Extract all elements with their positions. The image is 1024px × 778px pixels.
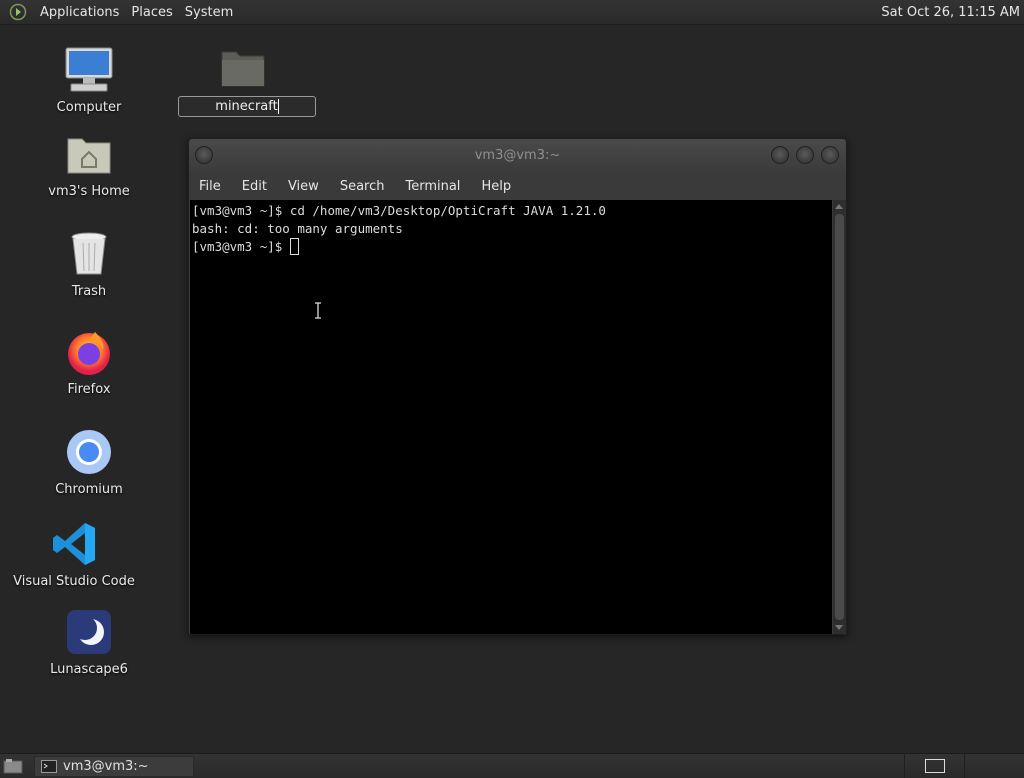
window-title: vm3@vm3:~: [474, 148, 561, 163]
terminal-cursor: [289, 238, 299, 255]
folder-icon[interactable]: [220, 48, 266, 90]
distro-logo-icon[interactable]: [8, 2, 28, 22]
desktop-icon-label: Chromium: [55, 482, 123, 497]
desktop-icon-trash[interactable]: Trash: [24, 228, 154, 299]
trash-icon: [61, 228, 117, 280]
menu-terminal[interactable]: Terminal: [405, 179, 460, 194]
menu-edit[interactable]: Edit: [242, 179, 267, 194]
terminal-menubar: File Edit View Search Terminal Help: [189, 172, 846, 200]
terminal-prompt: [vm3@vm3 ~]$: [192, 239, 290, 254]
lunascape-icon: [61, 606, 117, 658]
terminal-line: [vm3@vm3 ~]$ cd /home/vm3/Desktop/OptiCr…: [192, 203, 606, 218]
firefox-icon: [61, 326, 117, 378]
vscode-icon: [46, 518, 102, 570]
terminal-icon: [41, 759, 57, 773]
desktop-icon-label: Computer: [56, 100, 122, 115]
desktop-icon-home[interactable]: vm3's Home: [24, 128, 154, 199]
scrollbar-thumb[interactable]: [835, 214, 844, 620]
desktop-icon-firefox[interactable]: Firefox: [24, 326, 154, 397]
bottom-panel: vm3@vm3:~: [0, 753, 1024, 778]
scroll-up-arrow-icon[interactable]: [835, 204, 843, 209]
window-titlebar[interactable]: vm3@vm3:~: [189, 139, 846, 172]
workspace-box-icon: [924, 759, 945, 773]
desktop-icon-computer[interactable]: Computer: [24, 44, 154, 115]
close-button[interactable]: [821, 146, 839, 164]
menu-search[interactable]: Search: [340, 179, 385, 194]
terminal-output[interactable]: [vm3@vm3 ~]$ cd /home/vm3/Desktop/OptiCr…: [190, 200, 832, 634]
desktop-icon-vscode[interactable]: Visual Studio Code: [9, 518, 139, 589]
terminal-line: bash: cd: too many arguments: [192, 221, 403, 236]
desktop-icon-label: Visual Studio Code: [13, 574, 135, 589]
desktop-icon-label: vm3's Home: [48, 184, 130, 199]
desktop-icon-chromium[interactable]: Chromium: [24, 426, 154, 497]
workspace-2[interactable]: [964, 753, 1024, 778]
terminal-window[interactable]: vm3@vm3:~ File Edit View Search Terminal…: [188, 138, 847, 635]
taskbar-terminal-button[interactable]: vm3@vm3:~: [34, 755, 194, 777]
menu-file[interactable]: File: [199, 179, 221, 194]
folder-rename-input[interactable]: minecraft: [178, 96, 316, 117]
system-menu[interactable]: System: [179, 5, 239, 20]
computer-icon: [61, 44, 117, 96]
scroll-down-arrow-icon[interactable]: [835, 625, 843, 630]
workspace-switcher[interactable]: [904, 753, 1024, 778]
chromium-icon: [61, 426, 117, 478]
clock[interactable]: Sat Oct 26, 11:15 AM: [881, 5, 1020, 20]
window-menu-button[interactable]: [195, 146, 213, 164]
places-menu[interactable]: Places: [125, 5, 178, 20]
maximize-button[interactable]: [796, 146, 814, 164]
folder-name: minecraft: [215, 99, 278, 114]
desktop-icon-lunascape[interactable]: Lunascape6: [24, 606, 154, 677]
desktop-icon-label: Trash: [71, 284, 107, 299]
workspace-1[interactable]: [904, 753, 964, 778]
show-desktop-icon[interactable]: [2, 757, 24, 775]
ibeam-cursor-icon: [314, 302, 322, 319]
applications-menu[interactable]: Applications: [34, 5, 125, 20]
home-folder-icon: [61, 128, 117, 180]
minimize-button[interactable]: [771, 146, 789, 164]
menu-view[interactable]: View: [288, 179, 319, 194]
menu-help[interactable]: Help: [481, 179, 511, 194]
desktop-icon-label: Lunascape6: [50, 662, 128, 677]
top-panel: Applications Places System Sat Oct 26, 1…: [0, 0, 1024, 25]
taskbar-task-label: vm3@vm3:~: [63, 758, 149, 774]
desktop-icon-label: Firefox: [67, 382, 111, 397]
terminal-prompt-line: [vm3@vm3 ~]$: [192, 238, 832, 256]
terminal-scrollbar[interactable]: [833, 200, 846, 634]
text-caret: [277, 99, 279, 114]
